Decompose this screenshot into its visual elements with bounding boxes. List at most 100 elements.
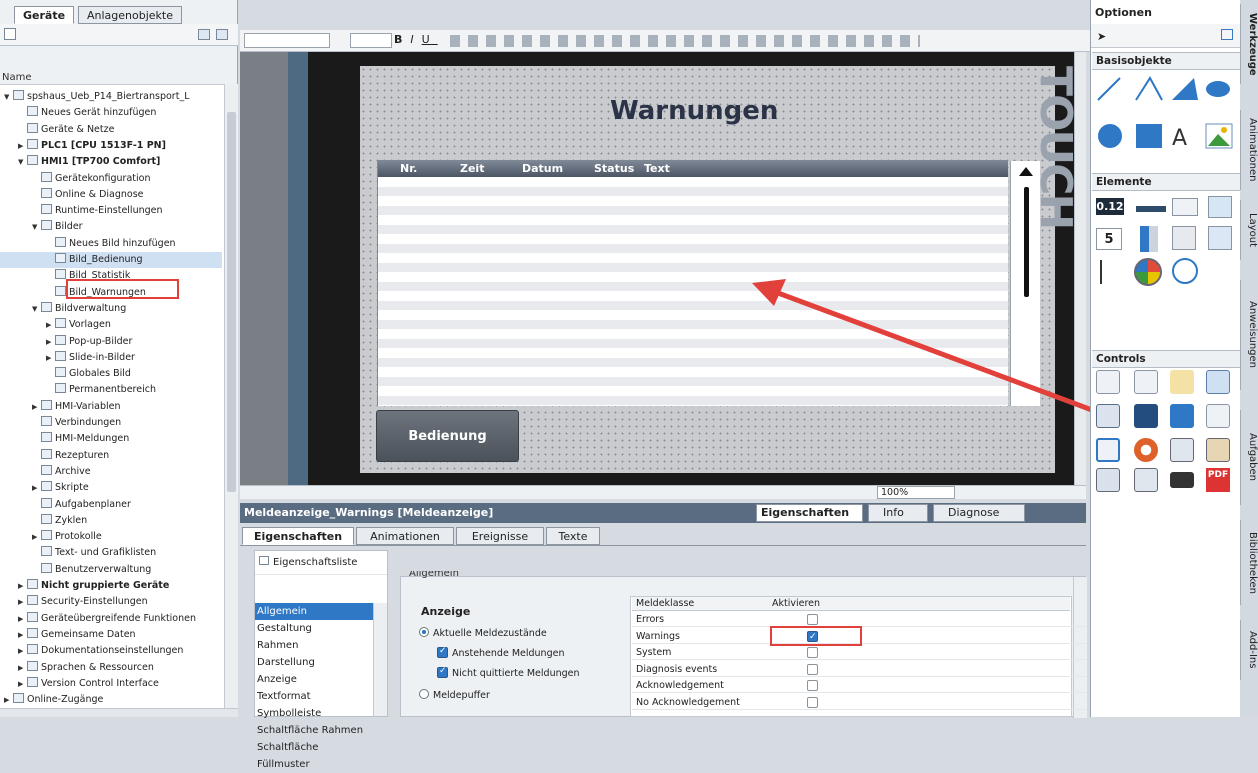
date-time-field-icon[interactable]: 5 — [1096, 228, 1122, 250]
plc-code-viewer-icon[interactable] — [1170, 438, 1194, 462]
view-tab-diagnose[interactable]: Diagnose — [933, 504, 1025, 522]
activate-checkbox[interactable] — [807, 663, 818, 675]
props-list-item[interactable]: Rahmen — [255, 637, 373, 654]
bar-icon[interactable] — [1140, 226, 1158, 252]
trend-view-icon[interactable] — [1134, 370, 1158, 394]
tree-item[interactable]: ▼ spshaus_Ueb_P14_Biertransport_L — [0, 89, 222, 105]
view-tab-eigenschaften[interactable]: Eigenschaften — [756, 504, 863, 522]
expand-toggle-icon[interactable]: ▼ — [32, 219, 41, 235]
io-field-icon[interactable]: 0.12 — [1096, 198, 1124, 215]
activate-checkbox[interactable] — [807, 647, 818, 658]
tree-item[interactable]: ▶ Online-Zugänge — [0, 692, 222, 708]
expand-toggle-icon[interactable]: ▶ — [4, 692, 13, 708]
clock-icon[interactable] — [1172, 258, 1198, 284]
expand-toggle-icon[interactable]: ▶ — [32, 399, 41, 415]
vertical-tab[interactable]: Animationen — [1240, 110, 1258, 190]
expand-toggle-icon[interactable]: ▶ — [32, 529, 41, 545]
props-list-item[interactable]: Allgemein — [255, 603, 373, 620]
tree-item[interactable]: ▶ PLC1 [CPU 1513F-1 PN] — [0, 138, 222, 154]
symbolic-io-icon[interactable] — [1172, 198, 1198, 216]
section-controls[interactable]: Controls — [1092, 350, 1240, 368]
alarm-view-tool-icon[interactable] — [1096, 370, 1120, 394]
system-info-icon[interactable] — [1134, 468, 1158, 492]
props-list-item[interactable]: Anzeige — [255, 671, 373, 688]
props-list-item[interactable]: Schaltfläche Füllmuster — [255, 739, 373, 770]
tree-item[interactable]: Bild_Statistik — [0, 268, 222, 284]
expand-toggle-icon[interactable]: ▶ — [32, 480, 41, 496]
vertical-tab[interactable]: Bibliotheken — [1240, 520, 1258, 605]
activate-checkbox[interactable] — [807, 696, 818, 708]
tree-item[interactable]: ▼ HMI1 [TP700 Comfort] — [0, 154, 222, 170]
tree-item[interactable]: ▶ HMI-Variablen — [0, 399, 222, 415]
tree-hscroll[interactable] — [0, 708, 238, 717]
activate-checkbox[interactable] — [807, 614, 818, 625]
view-tab-info[interactable]: Info — [868, 504, 928, 522]
tab-anlagenobjekte[interactable]: Anlagenobjekte — [78, 6, 183, 24]
tree-item[interactable]: Neues Gerät hinzufügen — [0, 105, 222, 121]
sysdiag-window-icon[interactable] — [1170, 404, 1194, 428]
tree-item[interactable]: Text- und Grafiklisten — [0, 545, 222, 561]
pdf-view-icon[interactable]: PDF — [1206, 468, 1230, 492]
expand-toggle-icon[interactable]: ▶ — [18, 627, 27, 643]
radio-aktuelle[interactable]: Aktuelle Meldezustände — [419, 627, 619, 639]
tree-item[interactable]: ▶ Nicht gruppierte Geräte — [0, 578, 222, 594]
table-view-icon[interactable] — [198, 29, 210, 40]
tree-item[interactable]: ▶ Dokumentationseinstellungen — [0, 643, 222, 659]
expand-toggle-icon[interactable]: ▶ — [18, 660, 27, 676]
camera-control-icon[interactable] — [1170, 472, 1194, 488]
toolbar-icons[interactable] — [450, 35, 920, 47]
zoom-field[interactable]: 100% — [877, 486, 955, 499]
recipe-view-icon[interactable] — [1096, 404, 1120, 428]
expand-toggle-icon[interactable]: ▶ — [18, 594, 27, 610]
expand-toggle-icon[interactable]: ▼ — [32, 301, 41, 317]
status-force-icon[interactable] — [1134, 404, 1158, 428]
tree-view-icon[interactable] — [4, 28, 16, 40]
expand-toggle-icon[interactable]: ▶ — [18, 643, 27, 659]
section-elemente[interactable]: Elemente — [1092, 173, 1240, 191]
expand-toggle-icon[interactable]: ▶ — [18, 611, 27, 627]
props-list-scrollbar[interactable] — [373, 603, 387, 716]
expand-toggle-icon[interactable]: ▼ — [4, 89, 13, 105]
expand-toggle-icon[interactable]: ▼ — [18, 154, 27, 170]
inspector-tab[interactable]: Animationen — [356, 527, 454, 545]
tree-item[interactable]: ▶ Security-Einstellungen — [0, 594, 222, 610]
vertical-tab[interactable]: Add-Ins — [1240, 620, 1258, 680]
tree-item[interactable]: Verbindungen — [0, 415, 222, 431]
expand-toggle-icon[interactable]: ▶ — [18, 676, 27, 692]
slider-icon[interactable] — [1100, 260, 1120, 284]
inspector-tab[interactable]: Texte — [546, 527, 600, 545]
tree-item[interactable]: ▶ Slide-in-Bilder — [0, 350, 222, 366]
bedienung-button[interactable]: Bedienung — [376, 410, 519, 462]
tree-item[interactable]: ▶ Protokolle — [0, 529, 222, 545]
button-element-icon[interactable] — [1136, 206, 1166, 212]
props-list-item[interactable]: Textformat — [255, 688, 373, 705]
inspector-tab[interactable]: Ereignisse — [456, 527, 544, 545]
font-size-select[interactable] — [350, 33, 392, 48]
text-field-tool-icon[interactable]: A — [1172, 126, 1187, 151]
tree-item[interactable]: ▶ Pop-up-Bilder — [0, 334, 222, 350]
tree-item[interactable]: Geräte & Netze — [0, 122, 222, 138]
sysdiag-view-icon[interactable] — [1096, 438, 1120, 462]
tree-item[interactable]: Globales Bild — [0, 366, 222, 382]
text-format-tools[interactable]: BIU — [394, 30, 438, 50]
tree-item[interactable]: ▼ Bildverwaltung — [0, 301, 222, 317]
vertical-tab[interactable]: Aufgaben — [1240, 410, 1258, 505]
tree-item[interactable]: Permanentbereich — [0, 382, 222, 398]
props-list-item[interactable]: Symbolleiste — [255, 705, 373, 722]
expand-toggle-icon[interactable]: ▶ — [46, 334, 55, 350]
f-x-view-icon[interactable] — [1206, 404, 1230, 428]
check-nicht-quittiert[interactable]: Nicht quittierte Meldungen — [437, 666, 637, 679]
vertical-tab[interactable]: Anweisungen — [1240, 280, 1258, 390]
tree-item[interactable]: ▶ Gemeinsame Daten — [0, 627, 222, 643]
vertical-tab[interactable]: Werkzeuge — [1240, 4, 1258, 84]
expand-toggle-icon[interactable]: ▶ — [18, 138, 27, 154]
activate-checkbox[interactable] — [807, 630, 818, 645]
canvas-vscroll[interactable] — [1074, 52, 1086, 485]
tree-item[interactable]: Benutzerverwaltung — [0, 562, 222, 578]
vertical-tab[interactable]: Layout — [1240, 200, 1258, 260]
overview-icon[interactable] — [216, 29, 228, 40]
expand-toggle-icon[interactable]: ▶ — [46, 350, 55, 366]
tree-item[interactable]: ▶ Geräteübergreifende Funktionen — [0, 611, 222, 627]
gauge-icon[interactable] — [1134, 258, 1162, 286]
panel-layout-icon[interactable] — [1221, 29, 1233, 40]
